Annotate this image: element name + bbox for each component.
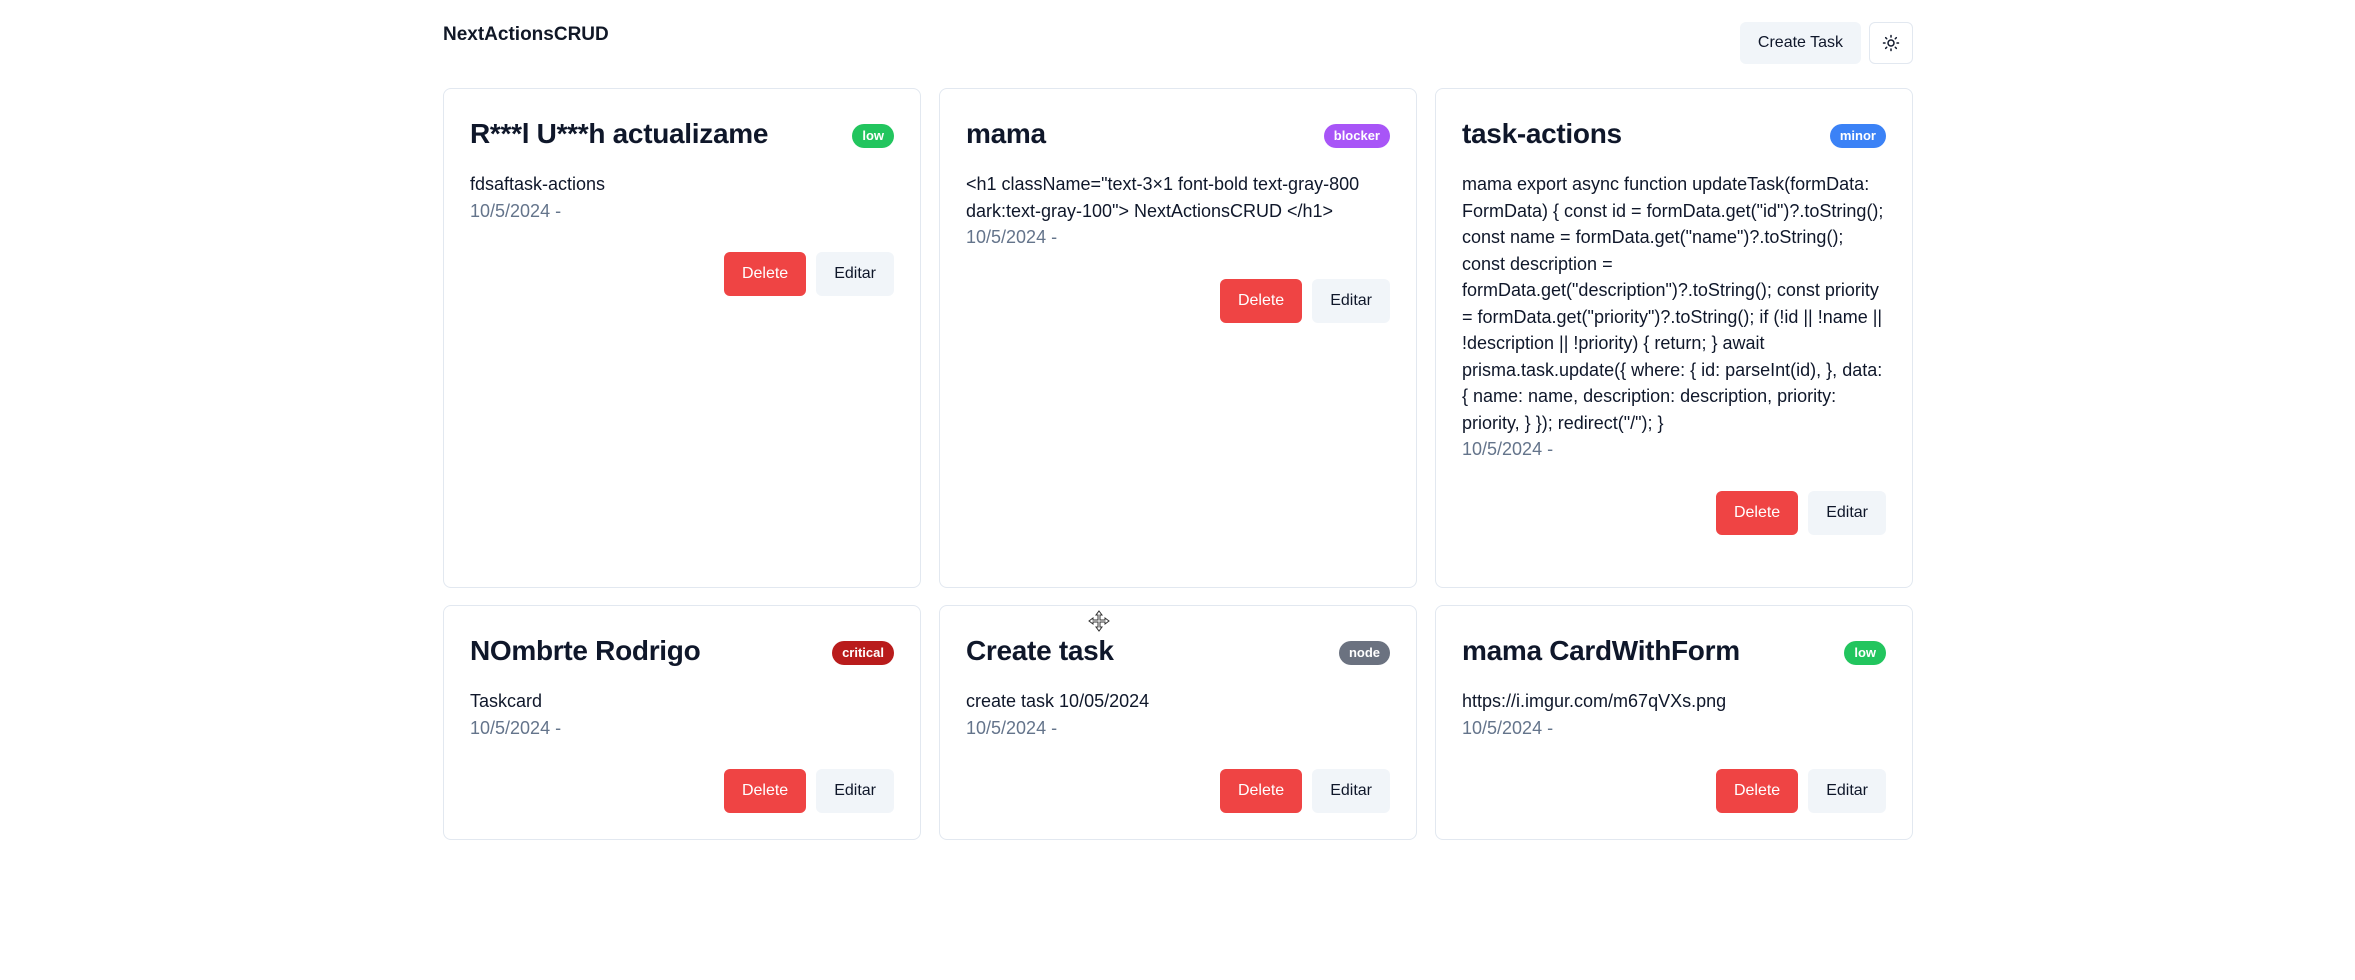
edit-button[interactable]: Editar: [1808, 490, 1886, 535]
sun-icon: [1882, 34, 1900, 52]
task-description: https://i.imgur.com/m67qVXs.png: [1462, 691, 1727, 711]
delete-button[interactable]: Delete: [723, 252, 807, 296]
task-date: 10/5/2024 -: [1462, 717, 1554, 738]
task-date: 10/5/2024 -: [966, 717, 1058, 738]
task-title: task-actions: [1462, 118, 1622, 149]
move-cursor-icon: [1088, 610, 1110, 632]
delete-button[interactable]: Delete: [723, 769, 807, 813]
app-header: NextActionsCRUD Create Task: [443, 18, 1913, 68]
task-card: NOmbrte Rodrigo critical Taskcard 10/5/2…: [443, 605, 921, 840]
task-title: mama CardWithForm: [1462, 635, 1740, 666]
edit-button[interactable]: Editar: [1312, 278, 1390, 323]
edit-button[interactable]: Editar: [816, 252, 894, 296]
task-title: Create task: [966, 635, 1114, 666]
priority-badge: node: [1338, 641, 1390, 665]
task-title: R***l U***h actualizame: [470, 118, 769, 149]
priority-badge: blocker: [1323, 124, 1390, 148]
task-description: fdsaftask-actions: [470, 174, 606, 194]
task-card: R***l U***h actualizame low fdsaftask-ac…: [443, 88, 921, 588]
task-description: mama export async function updateTask(fo…: [1462, 174, 1884, 433]
task-date: 10/5/2024 -: [470, 200, 562, 221]
edit-button[interactable]: Editar: [1808, 769, 1886, 813]
task-card: Create task node create task 10/05/2024 …: [939, 605, 1417, 840]
task-description: Taskcard: [470, 691, 543, 711]
edit-button[interactable]: Editar: [816, 769, 894, 813]
task-date: 10/5/2024 -: [1462, 439, 1554, 459]
task-card: task-actions minor mama export async fun…: [1435, 88, 1913, 588]
delete-button[interactable]: Delete: [1219, 769, 1303, 813]
task-title: mama: [966, 118, 1046, 149]
create-task-button[interactable]: Create Task: [1739, 22, 1861, 64]
task-card: mama blocker <h1 className="text-3×1 fon…: [939, 88, 1417, 588]
priority-badge: minor: [1829, 124, 1886, 148]
app-title: NextActionsCRUD: [443, 24, 609, 45]
task-date: 10/5/2024 -: [470, 717, 562, 738]
task-card: mama CardWithForm low https://i.imgur.co…: [1435, 605, 1913, 840]
task-title: NOmbrte Rodrigo: [470, 635, 701, 666]
edit-button[interactable]: Editar: [1312, 769, 1390, 813]
priority-badge: low: [1844, 641, 1886, 665]
theme-toggle-button[interactable]: [1869, 22, 1913, 64]
task-date: 10/5/2024 -: [966, 227, 1058, 247]
task-grid: R***l U***h actualizame low fdsaftask-ac…: [443, 88, 1913, 840]
delete-button[interactable]: Delete: [1219, 278, 1303, 323]
task-description: <h1 className="text-3×1 font-bold text-g…: [966, 174, 1360, 221]
delete-button[interactable]: Delete: [1715, 490, 1799, 535]
delete-button[interactable]: Delete: [1715, 769, 1799, 813]
priority-badge: critical: [832, 641, 894, 665]
priority-badge: low: [852, 124, 894, 148]
task-description: create task 10/05/2024: [966, 691, 1150, 711]
